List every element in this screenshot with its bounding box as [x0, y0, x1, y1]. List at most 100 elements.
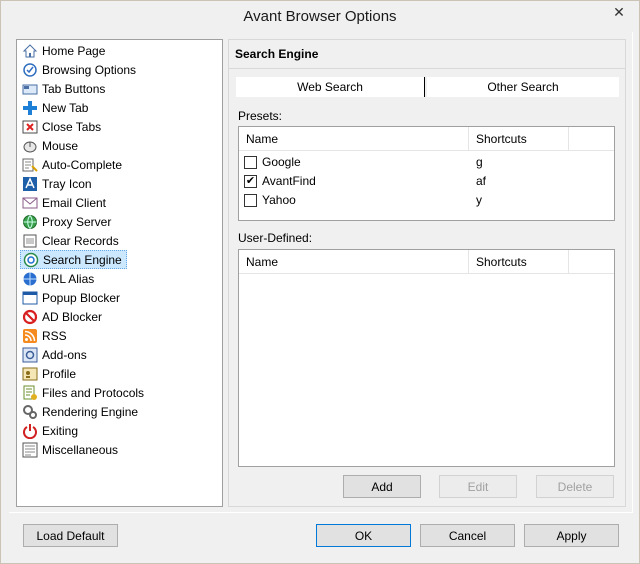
- nav-item-profile[interactable]: Profile: [20, 364, 80, 383]
- plus-icon: [22, 100, 38, 116]
- nav-item-label: Popup Blocker: [42, 290, 121, 305]
- nav-item-label: Auto-Complete: [42, 157, 123, 172]
- nav-item-label: Add-ons: [42, 347, 87, 362]
- nav-item-label: Close Tabs: [42, 119, 102, 134]
- section-title: Search Engine: [235, 47, 319, 61]
- nav-item-label: Files and Protocols: [42, 385, 145, 400]
- preset-name: AvantFind: [262, 174, 316, 188]
- nav-item-rss[interactable]: RSS: [20, 326, 71, 345]
- preset-checkbox-google[interactable]: [244, 156, 257, 169]
- nav-item-label: Search Engine: [43, 252, 122, 267]
- tab-other-search[interactable]: Other Search: [427, 77, 619, 97]
- add-ons-icon: [22, 347, 38, 363]
- nav-item-label: AD Blocker: [42, 309, 103, 324]
- user-defined-list[interactable]: Name Shortcuts: [238, 249, 615, 467]
- nav-item-label: RSS: [42, 328, 67, 343]
- edit-button[interactable]: Edit: [439, 475, 517, 498]
- tab-buttons-icon: [22, 81, 38, 97]
- preset-shortcut: g: [476, 155, 483, 169]
- nav-item-add-ons[interactable]: Add-ons: [20, 345, 91, 364]
- nav-item-url-alias[interactable]: URL Alias: [20, 269, 98, 288]
- profile-icon: [22, 366, 38, 382]
- window-title: Avant Browser Options: [243, 8, 397, 25]
- nav-item-rendering-engine[interactable]: Rendering Engine: [20, 402, 142, 421]
- preset-row-avantfind[interactable]: ✔ AvantFind af: [239, 172, 614, 191]
- ok-button[interactable]: OK: [316, 524, 411, 547]
- section-header: Search Engine: [229, 40, 625, 69]
- options-nav-list: Home Page Browsing Options Tab Buttons N…: [16, 39, 223, 507]
- add-button[interactable]: Add: [343, 475, 421, 498]
- mouse-icon: [22, 138, 38, 154]
- nav-item-label: Exiting: [42, 423, 79, 438]
- gears-icon: [22, 404, 38, 420]
- preset-row-yahoo[interactable]: Yahoo y: [239, 191, 614, 210]
- preset-row-google[interactable]: Google g: [239, 153, 614, 172]
- nav-item-proxy-server[interactable]: Proxy Server: [20, 212, 115, 231]
- preset-name: Google: [262, 155, 301, 169]
- tray-icon: [22, 176, 38, 192]
- nav-item-close-tabs[interactable]: Close Tabs: [20, 117, 105, 136]
- nav-item-label: Tray Icon: [42, 176, 92, 191]
- column-header-name[interactable]: Name: [239, 250, 469, 274]
- nav-item-label: Profile: [42, 366, 77, 381]
- nav-item-ad-blocker[interactable]: AD Blocker: [20, 307, 106, 326]
- nav-item-tab-buttons[interactable]: Tab Buttons: [20, 79, 109, 98]
- column-header-shortcuts[interactable]: Shortcuts: [469, 250, 569, 274]
- clear-records-icon: [22, 233, 38, 249]
- auto-complete-icon: [22, 157, 38, 173]
- search-engine-panel: Search Engine Web Search Other Search Pr…: [228, 39, 626, 507]
- presets-label: Presets:: [238, 109, 283, 123]
- globe-icon: [22, 214, 38, 230]
- nav-item-search-engine[interactable]: Search Engine: [20, 250, 127, 269]
- nav-item-new-tab[interactable]: New Tab: [20, 98, 92, 117]
- nav-item-exiting[interactable]: Exiting: [20, 421, 82, 440]
- nav-item-auto-complete[interactable]: Auto-Complete: [20, 155, 126, 174]
- apply-button[interactable]: Apply: [524, 524, 619, 547]
- nav-item-popup-blocker[interactable]: Popup Blocker: [20, 288, 124, 307]
- presets-list[interactable]: Name Shortcuts Google g ✔ AvantFind af Y…: [238, 126, 615, 221]
- nav-item-label: Proxy Server: [42, 214, 112, 229]
- nav-item-label: Browsing Options: [42, 62, 137, 77]
- nav-item-tray-icon[interactable]: Tray Icon: [20, 174, 96, 193]
- dialog-footer: Load Default OK Cancel Apply: [9, 513, 633, 558]
- load-default-button[interactable]: Load Default: [23, 524, 118, 547]
- nav-item-browsing-options[interactable]: Browsing Options: [20, 60, 140, 79]
- preset-checkbox-yahoo[interactable]: [244, 194, 257, 207]
- nav-item-files-and-protocols[interactable]: Files and Protocols: [20, 383, 148, 402]
- delete-button[interactable]: Delete: [536, 475, 614, 498]
- home-icon: [22, 43, 38, 59]
- user-defined-label: User-Defined:: [238, 231, 313, 245]
- nav-item-label: Email Client: [42, 195, 107, 210]
- presets-list-header: Name Shortcuts: [239, 127, 614, 151]
- column-header-shortcuts[interactable]: Shortcuts: [469, 127, 569, 151]
- nav-item-email-client[interactable]: Email Client: [20, 193, 110, 212]
- rss-icon: [22, 328, 38, 344]
- power-icon: [22, 423, 38, 439]
- popup-blocker-icon: [22, 290, 38, 306]
- files-icon: [22, 385, 38, 401]
- nav-item-label: Miscellaneous: [42, 442, 119, 457]
- nav-item-label: Mouse: [42, 138, 79, 153]
- preset-name: Yahoo: [262, 193, 296, 207]
- close-icon[interactable]: ✕: [604, 2, 634, 22]
- tab-web-search[interactable]: Web Search: [236, 77, 425, 97]
- nav-item-mouse[interactable]: Mouse: [20, 136, 82, 155]
- nav-item-label: New Tab: [42, 100, 89, 115]
- nav-item-label: Home Page: [42, 43, 106, 58]
- preset-shortcut: y: [476, 193, 482, 207]
- envelope-icon: [22, 195, 38, 211]
- search-tabs: Web Search Other Search: [236, 77, 619, 97]
- nav-item-miscellaneous[interactable]: Miscellaneous: [20, 440, 122, 459]
- column-header-name[interactable]: Name: [239, 127, 469, 151]
- nav-item-label: URL Alias: [42, 271, 95, 286]
- cancel-button[interactable]: Cancel: [420, 524, 515, 547]
- options-window: Avant Browser Options ✕ Home Page Browsi…: [0, 0, 640, 564]
- preset-checkbox-avantfind[interactable]: ✔: [244, 175, 257, 188]
- nav-item-label: Clear Records: [42, 233, 119, 248]
- browsing-options-icon: [22, 62, 38, 78]
- nav-item-home-page[interactable]: Home Page: [20, 41, 109, 60]
- nav-item-label: Tab Buttons: [42, 81, 106, 96]
- nav-item-clear-records[interactable]: Clear Records: [20, 231, 123, 250]
- nav-item-label: Rendering Engine: [42, 404, 139, 419]
- no-entry-icon: [22, 309, 38, 325]
